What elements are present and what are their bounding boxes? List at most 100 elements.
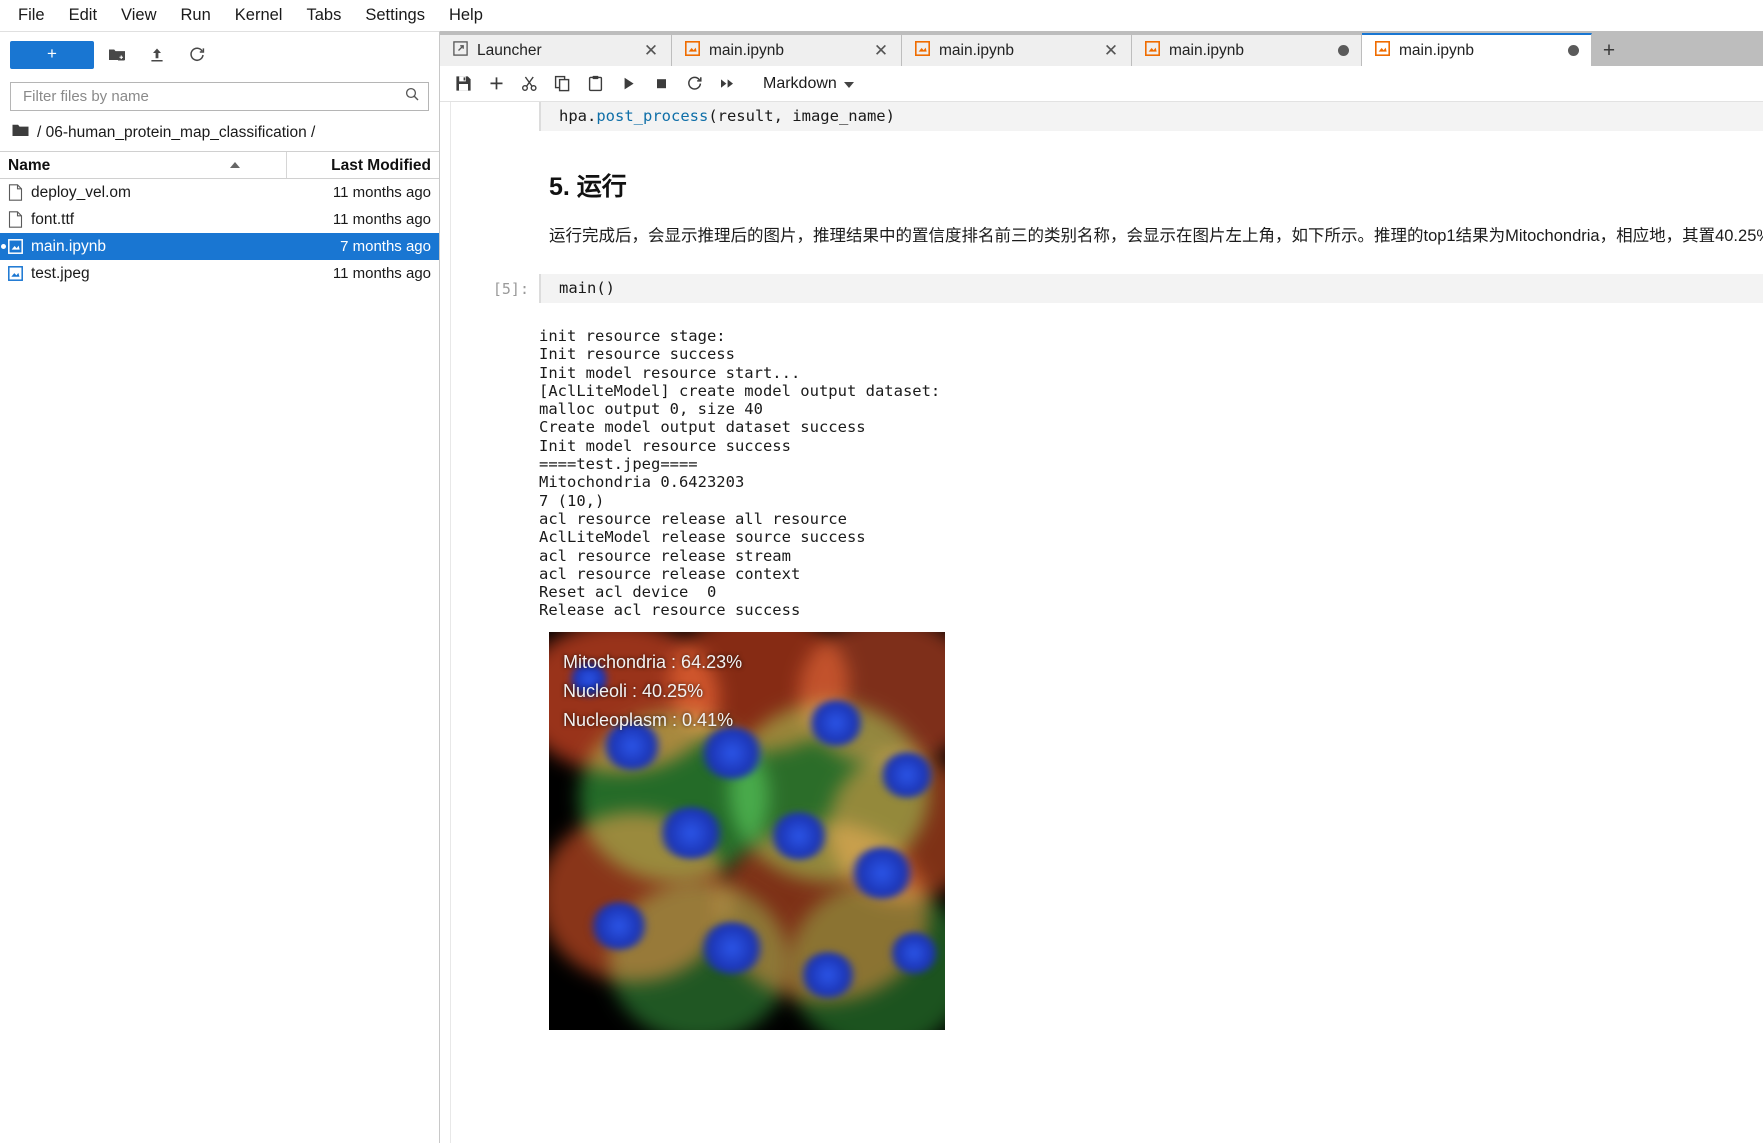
file-modified: 11 months ago xyxy=(332,211,431,228)
scissors-icon[interactable] xyxy=(514,69,545,99)
search-input[interactable] xyxy=(21,87,404,106)
list-item[interactable]: deploy_vel.om 11 months ago xyxy=(0,179,439,206)
prediction-top2: Nucleoli : 40.25% xyxy=(563,680,704,701)
list-item[interactable]: test.jpeg 11 months ago xyxy=(0,260,439,287)
image-icon xyxy=(8,266,23,281)
clipboard-icon[interactable] xyxy=(580,69,611,99)
cell-type-value: Markdown xyxy=(763,74,837,92)
menu-item-view[interactable]: View xyxy=(109,3,168,28)
play-icon[interactable] xyxy=(613,69,644,99)
markdown-cell[interactable]: 5. 运行 运行完成后，会显示推理后的图片，推理结果中的置信度排名前三的类别名称… xyxy=(451,167,1763,252)
new-tab-button[interactable]: + xyxy=(1592,35,1626,66)
list-item-selected[interactable]: main.ipynb 7 months ago xyxy=(0,233,439,260)
cell-prompt: [5]: xyxy=(492,280,529,298)
code-prefix: hpa. xyxy=(559,107,597,125)
file-browser-panel: + Filter files by name / 06-human_protei… xyxy=(0,31,440,1143)
cell-output-area: init resource stage: Init resource succe… xyxy=(451,323,1763,620)
menu-item-help[interactable]: Help xyxy=(437,3,495,28)
cell-type-dropdown[interactable]: Markdown xyxy=(757,73,860,95)
stdout-text: init resource stage: Init resource succe… xyxy=(539,327,941,620)
notebook-content: hpa.post_process(result, image_name) 5. … xyxy=(451,102,1763,1143)
tab-notebook-3[interactable]: main.ipynb xyxy=(1132,35,1362,66)
new-launcher-button[interactable]: + xyxy=(10,41,94,69)
restart-icon[interactable] xyxy=(679,69,710,99)
menu-item-tabs[interactable]: Tabs xyxy=(294,3,353,28)
file-modified: 11 months ago xyxy=(332,265,431,282)
file-name: deploy_vel.om xyxy=(31,183,131,201)
menu-item-edit[interactable]: Edit xyxy=(57,3,109,28)
tab-label: main.ipynb xyxy=(1399,41,1474,59)
column-header-name[interactable]: Name xyxy=(0,152,287,178)
tab-label: main.ipynb xyxy=(1169,41,1244,59)
code-function-name: post_process xyxy=(596,107,709,125)
file-browser-toolbar: + xyxy=(0,32,439,78)
upload-icon[interactable] xyxy=(140,41,174,69)
tab-notebook-1[interactable]: main.ipynb ✕ xyxy=(672,35,902,66)
notebook-icon xyxy=(8,239,23,254)
notebook-left-gutter xyxy=(440,102,451,1143)
unsaved-changes-indicator[interactable] xyxy=(1568,45,1579,56)
fast-forward-icon[interactable] xyxy=(712,69,743,99)
filter-files-field[interactable] xyxy=(10,82,429,111)
breadcrumb[interactable]: / 06-human_protein_map_classification / xyxy=(0,117,439,151)
menu-item-kernel[interactable]: Kernel xyxy=(223,3,295,28)
file-name: main.ipynb xyxy=(31,237,106,255)
page-title: 5. 运行 xyxy=(549,173,627,201)
file-name: font.ttf xyxy=(31,210,75,228)
refresh-icon[interactable] xyxy=(180,41,214,69)
prediction-overlay: Mitochondria : 64.23% Nucleoli : 40.25% … xyxy=(563,648,742,735)
close-icon[interactable]: ✕ xyxy=(643,42,659,59)
code-cell-main[interactable]: [5]: main() xyxy=(451,274,1763,303)
prediction-top3: Nucleoplasm : 0.41% xyxy=(563,709,734,730)
cell-prompt-empty xyxy=(451,102,539,108)
tab-notebook-2[interactable]: main.ipynb ✕ xyxy=(902,35,1132,66)
output-prompt xyxy=(451,323,539,620)
column-header-last-modified[interactable]: Last Modified xyxy=(287,152,439,179)
copy-icon[interactable] xyxy=(547,69,578,99)
menu-item-settings[interactable]: Settings xyxy=(353,3,437,28)
notebook-icon xyxy=(685,40,700,61)
menu-bar: File Edit View Run Kernel Tabs Settings … xyxy=(0,0,1763,31)
breadcrumb-path: / 06-human_protein_map_classification / xyxy=(37,124,316,141)
tab-notebook-4-active[interactable]: main.ipynb xyxy=(1362,33,1592,66)
list-item[interactable]: font.ttf 11 months ago xyxy=(0,206,439,233)
main-dock-area: Launcher ✕ main.ipynb ✕ main.ipynb ✕ mai… xyxy=(440,31,1763,1143)
code-source[interactable]: main() xyxy=(539,274,1763,303)
code-args: (result, image_name) xyxy=(708,107,895,125)
column-label-name: Name xyxy=(8,156,51,174)
notebook-icon xyxy=(1375,40,1390,61)
tab-bar: Launcher ✕ main.ipynb ✕ main.ipynb ✕ mai… xyxy=(440,31,1763,66)
tab-label: main.ipynb xyxy=(709,41,784,59)
sort-ascending-icon xyxy=(230,162,240,168)
file-list-header: Name Last Modified xyxy=(0,151,439,179)
file-name: test.jpeg xyxy=(31,264,90,282)
stop-icon[interactable] xyxy=(646,69,677,99)
tab-label: Launcher xyxy=(477,41,542,59)
tab-label: main.ipynb xyxy=(939,41,1014,59)
close-icon[interactable]: ✕ xyxy=(873,42,889,59)
folder-icon xyxy=(12,123,29,143)
notebook-toolbar: Markdown xyxy=(440,66,1763,102)
code-cell-clipped[interactable]: hpa.post_process(result, image_name) xyxy=(451,102,1763,131)
code-source-clipped[interactable]: hpa.post_process(result, image_name) xyxy=(539,102,1763,131)
menu-item-file[interactable]: File xyxy=(6,3,57,28)
notebook-icon xyxy=(1145,40,1160,61)
prediction-top1: Mitochondria : 64.23% xyxy=(563,651,743,672)
save-icon[interactable] xyxy=(448,69,479,99)
file-list: deploy_vel.om 11 months ago font.ttf 11 … xyxy=(0,179,439,287)
plus-icon[interactable] xyxy=(481,69,512,99)
file-modified: 11 months ago xyxy=(332,184,431,201)
file-icon xyxy=(8,184,23,201)
new-folder-icon[interactable] xyxy=(100,41,134,69)
search-icon xyxy=(404,86,420,107)
markdown-paragraph: 运行完成后，会显示推理后的图片，推理结果中的置信度排名前三的类别名称，会显示在图… xyxy=(549,227,1763,245)
menu-item-run[interactable]: Run xyxy=(169,3,223,28)
file-icon xyxy=(8,211,23,228)
kernel-running-indicator xyxy=(1,244,6,249)
close-icon[interactable]: ✕ xyxy=(1103,42,1119,59)
notebook-scroll-area[interactable]: hpa.post_process(result, image_name) 5. … xyxy=(440,102,1763,1143)
chevron-down-icon xyxy=(843,81,854,88)
unsaved-changes-indicator[interactable] xyxy=(1338,45,1349,56)
workspace: + Filter files by name / 06-human_protei… xyxy=(0,31,1763,1143)
tab-launcher[interactable]: Launcher ✕ xyxy=(440,35,672,66)
